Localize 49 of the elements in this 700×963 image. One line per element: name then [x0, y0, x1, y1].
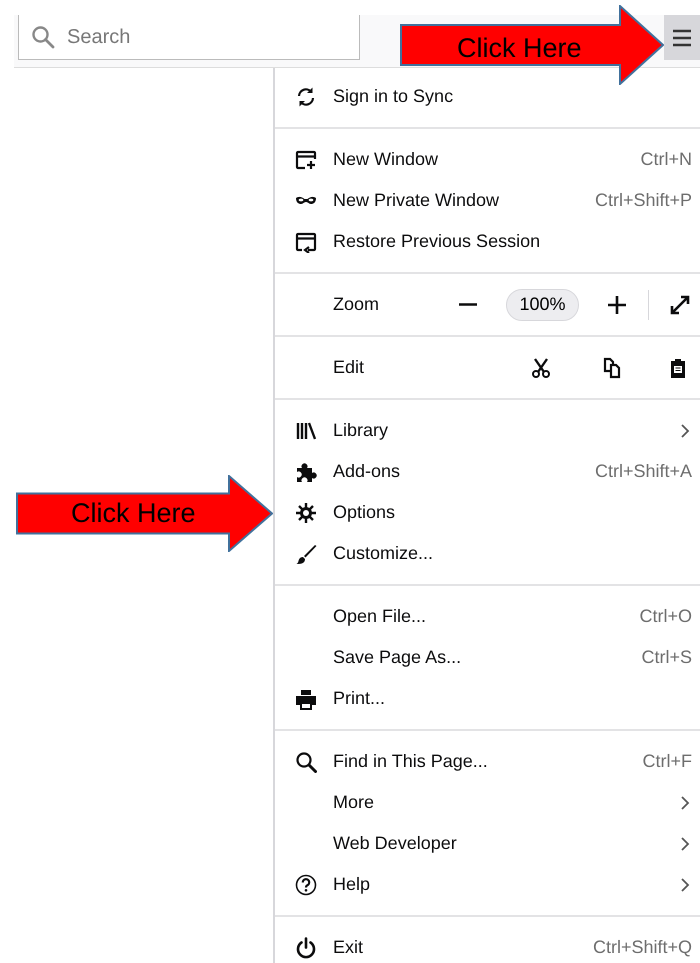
menu-item[interactable]: Sign in to Sync — [275, 76, 700, 117]
new-window-icon — [295, 148, 317, 170]
restore-icon — [295, 230, 317, 252]
menu-item[interactable]: Options — [275, 492, 700, 533]
search-icon — [31, 25, 55, 49]
menu-item[interactable]: Open File... Ctrl+O — [275, 596, 700, 637]
copy-icon — [601, 356, 623, 378]
shortcut-text: Ctrl+N — [640, 148, 693, 171]
menu-item[interactable]: More — [275, 782, 700, 823]
callout-text: Click Here — [457, 35, 582, 62]
shortcut-text: Ctrl+S — [641, 646, 693, 669]
menu-item[interactable]: Customize... — [275, 533, 700, 574]
menu-button[interactable] — [664, 15, 700, 60]
menu-item[interactable]: Find in This Page... Ctrl+F — [275, 741, 700, 782]
expand-icon — [669, 294, 691, 316]
gear-icon — [295, 502, 317, 524]
menu-item[interactable]: Print... — [275, 678, 700, 719]
callout-text: Click Here — [71, 500, 196, 527]
menu-item[interactable]: Web Developer — [275, 823, 700, 864]
menu-item[interactable]: Save Page As... Ctrl+S — [275, 637, 700, 678]
shortcut-text: Ctrl+Shift+A — [594, 460, 693, 483]
printer-icon — [295, 688, 317, 710]
menu-item[interactable]: Help — [275, 864, 700, 905]
search-field[interactable]: Search — [18, 15, 360, 60]
zoom-reset-button[interactable]: 100% — [506, 288, 579, 320]
menu-icon — [672, 28, 692, 46]
menu-item[interactable]: Library — [275, 410, 700, 451]
scissors-icon — [530, 356, 552, 378]
menu-item[interactable]: Exit Ctrl+Shift+Q — [275, 927, 700, 963]
shortcut-text: Ctrl+Shift+P — [594, 189, 693, 212]
zoom-label: Zoom — [333, 293, 380, 316]
menu-item[interactable]: New Window Ctrl+N — [275, 139, 700, 180]
shortcut-text: Ctrl+Shift+Q — [592, 936, 693, 959]
edit-label: Edit — [333, 356, 364, 379]
shortcut-text: Ctrl+O — [639, 605, 693, 628]
menu-item[interactable]: New Private Window Ctrl+Shift+P — [275, 180, 700, 221]
library-icon — [295, 420, 317, 442]
brush-icon — [295, 542, 317, 564]
shortcut-text: Ctrl+F — [642, 750, 693, 773]
search-input[interactable]: Search — [65, 15, 359, 59]
minus-icon — [459, 303, 477, 306]
menu-item[interactable]: Restore Previous Session — [275, 221, 700, 262]
menu-item[interactable]: Add-ons Ctrl+Shift+A — [275, 451, 700, 492]
power-icon — [295, 936, 317, 958]
sync-icon — [295, 86, 317, 108]
search-icon — [295, 750, 317, 772]
help-icon — [295, 874, 317, 896]
puzzle-icon — [295, 460, 317, 482]
plus-icon — [606, 294, 628, 316]
